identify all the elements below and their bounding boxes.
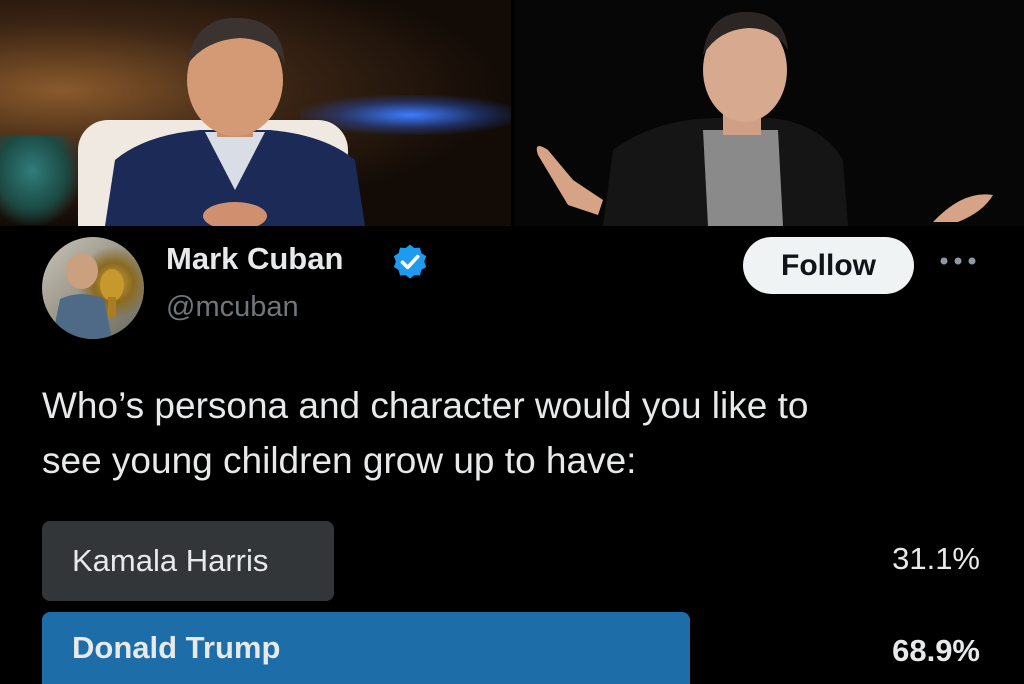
more-horizontal-icon[interactable] xyxy=(936,246,980,276)
poll-option-percent: 68.9% xyxy=(892,633,980,668)
poll-option-label: Donald Trump xyxy=(72,630,281,665)
poll-option-label: Kamala Harris xyxy=(72,543,269,578)
person-left-figure xyxy=(105,17,365,226)
user-handle[interactable]: @mcuban xyxy=(166,291,299,324)
poll-option-percent: 31.1% xyxy=(892,541,980,576)
avatar-photo xyxy=(52,253,124,339)
tweet-line: see young children grow up to have: xyxy=(42,440,637,481)
poll-option-donald-trump[interactable]: Donald Trump xyxy=(42,612,690,684)
avatar[interactable] xyxy=(42,237,144,339)
follow-button[interactable]: Follow xyxy=(743,237,914,294)
right-photo xyxy=(513,0,1024,226)
poll-option-kamala-harris[interactable]: Kamala Harris xyxy=(42,521,334,601)
person-right-figure xyxy=(536,11,993,226)
tweet-line: Who’s persona and character would you li… xyxy=(42,385,809,426)
header-photos xyxy=(0,0,1024,226)
left-photo xyxy=(0,0,511,226)
display-name[interactable]: Mark Cuban xyxy=(166,241,343,277)
verified-badge-icon xyxy=(393,244,427,279)
tweet-text: Who’s persona and character would you li… xyxy=(42,378,982,488)
